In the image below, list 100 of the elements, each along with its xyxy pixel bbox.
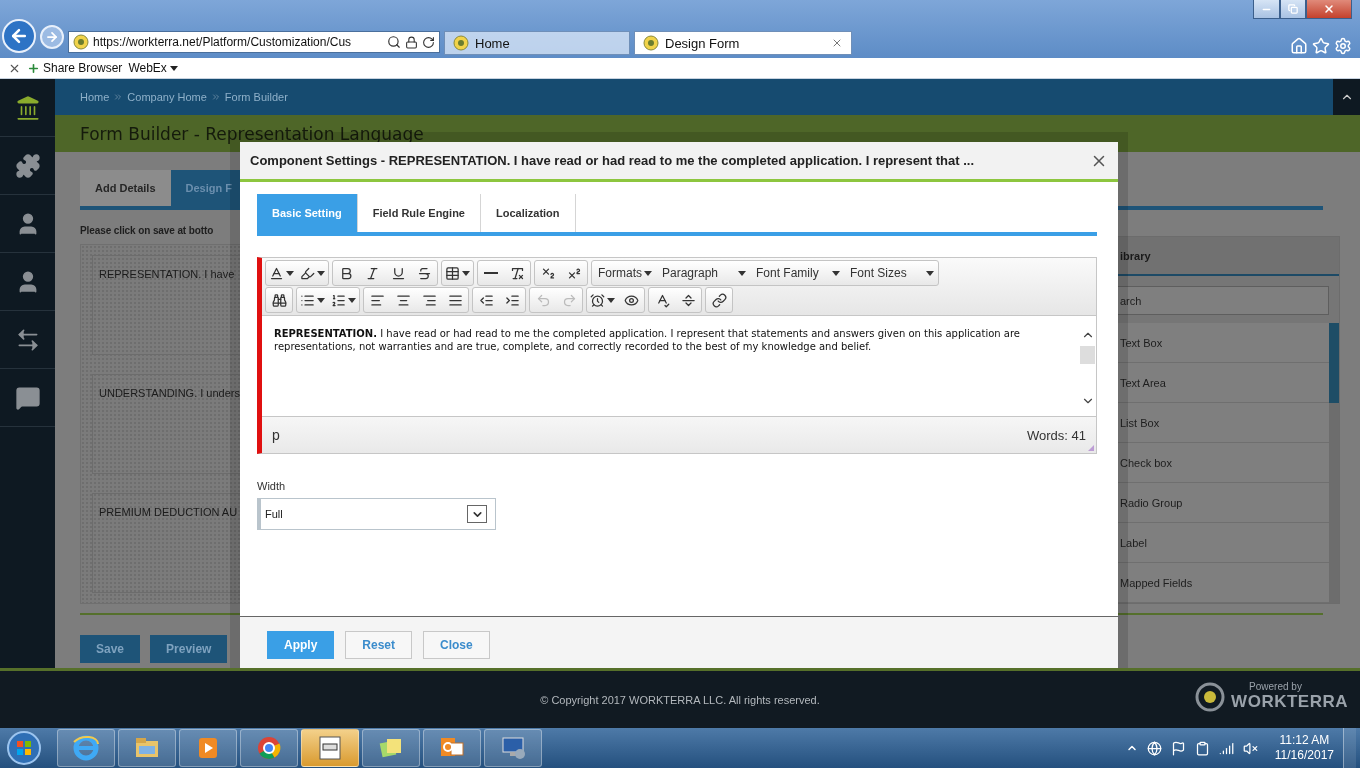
library-item[interactable]: Radio Group	[1117, 483, 1329, 523]
lock-icon[interactable]	[405, 35, 418, 49]
caret-icon	[169, 65, 178, 71]
subscript-icon	[540, 265, 556, 281]
show-desktop-button[interactable]	[1343, 728, 1356, 768]
redo-icon	[561, 292, 577, 308]
underline-icon	[390, 265, 406, 281]
caret-icon	[607, 297, 615, 303]
align-justify-icon	[447, 292, 463, 308]
close-icon	[1323, 3, 1335, 15]
search-icon[interactable]	[387, 35, 401, 49]
breadcrumb-link[interactable]: Home	[80, 91, 110, 103]
eye-icon	[623, 292, 639, 308]
library-item[interactable]: List Box	[1117, 403, 1329, 443]
remote-desktop-icon[interactable]	[499, 734, 527, 762]
toolbar-dropdown[interactable]: Formats	[592, 261, 656, 285]
start-button[interactable]	[6, 730, 42, 766]
settings-icon[interactable]	[1334, 37, 1352, 55]
library-item[interactable]: Text Box	[1117, 323, 1329, 363]
dialog-button[interactable]: Close	[423, 630, 490, 659]
resize-grip-icon[interactable]	[1088, 445, 1095, 452]
dialog-tab[interactable]: Basic Setting	[257, 194, 358, 232]
search-field[interactable]: arch	[1117, 286, 1329, 315]
dialog-button[interactable]: Apply	[267, 630, 335, 659]
breadcrumb-link[interactable]: Company Home	[127, 91, 207, 103]
page-break-icon	[680, 292, 696, 308]
brand-name: WORKTERRA	[1231, 692, 1348, 712]
arrow-left-icon	[9, 26, 29, 46]
favorites-link[interactable]: Share Browser	[27, 61, 123, 75]
forward-button[interactable]	[40, 25, 64, 49]
highlight-icon	[300, 265, 315, 281]
clipboard-icon[interactable]	[1194, 740, 1210, 756]
volume-muted-icon[interactable]	[1242, 740, 1258, 756]
scrollbar-thumb[interactable]	[1080, 346, 1095, 364]
breadcrumb-link[interactable]: Form Builder	[224, 91, 288, 103]
puzzle-icon[interactable]	[14, 152, 41, 179]
site-logo-icon	[643, 35, 659, 51]
clear-format-icon	[509, 265, 525, 281]
align-left-icon	[369, 292, 385, 308]
site-logo-icon	[453, 35, 469, 51]
signal-icon[interactable]	[1218, 740, 1234, 756]
back-button[interactable]	[2, 19, 36, 53]
browser-tab[interactable]: Home	[444, 31, 630, 55]
copyright-text: © Copyright 2017 WORKTERRA LLC. All rights reserved.	[540, 693, 820, 706]
toolbar-dropdown[interactable]: Paragraph	[656, 261, 750, 285]
brand-logo-icon	[1195, 681, 1226, 712]
chevron-icon	[210, 92, 221, 102]
library-item[interactable]: Check box	[1117, 443, 1329, 483]
favorites-link[interactable]: WebEx	[128, 61, 178, 75]
globe-icon[interactable]	[1146, 740, 1162, 756]
align-center-icon	[395, 292, 411, 308]
caret-icon	[926, 270, 934, 276]
caret-icon	[738, 270, 746, 276]
close-window-button[interactable]	[1306, 0, 1352, 19]
element-path[interactable]: p	[272, 427, 1027, 443]
scrollbar[interactable]	[1329, 323, 1339, 603]
caret-icon	[317, 297, 325, 303]
dialog-button[interactable]: Reset	[345, 630, 413, 659]
superscript-icon	[566, 265, 582, 281]
library-item[interactable]: Text Area	[1117, 363, 1329, 403]
horizontal-line-icon	[484, 272, 498, 274]
powered-by-text: Powered by	[1248, 681, 1302, 692]
width-select[interactable]: Full	[257, 498, 496, 530]
home-icon[interactable]	[1290, 37, 1308, 55]
star-icon[interactable]	[1312, 37, 1330, 55]
clock-date[interactable]: 11/16/2017	[1274, 748, 1334, 763]
caret-icon	[317, 270, 325, 276]
browser-tab[interactable]: Design Form	[634, 31, 852, 55]
strikethrough-icon	[416, 265, 432, 281]
bullet-list-icon	[300, 292, 315, 308]
minimize-button[interactable]	[1253, 0, 1280, 19]
library-title: ibrary	[1117, 237, 1339, 276]
word-count: Words: 41	[1027, 427, 1086, 443]
page-button[interactable]: Preview	[150, 635, 228, 663]
flag-icon[interactable]	[1170, 740, 1186, 756]
restore-button[interactable]	[1280, 0, 1306, 19]
dialog-title: Component Settings - REPRESENTATION. I have read or had read to me the completed application. I represent that ...	[250, 153, 976, 168]
arrow-right-icon	[45, 30, 59, 44]
editor-text: REPRESENTATION. I have read or had read to me the completed application. I represent that statements and answers given on this application are representations, not warranties and are true, complete, and correctly recorded to the best of my knowledge and belief.	[273, 327, 1021, 354]
caret-icon	[462, 270, 470, 276]
page-tab[interactable]: Add Details	[80, 170, 171, 206]
restore-icon	[1288, 4, 1298, 14]
outdent-icon	[478, 292, 494, 308]
indent-icon	[504, 292, 520, 308]
page-button[interactable]: Save	[80, 635, 141, 663]
toolbar-dropdown[interactable]: Font Family	[750, 261, 844, 285]
chrome-icon[interactable]	[255, 734, 283, 762]
text-color-icon	[269, 265, 284, 281]
toolbar-dropdown[interactable]: Font Sizes	[844, 261, 938, 285]
library-item[interactable]: Mapped Fields	[1117, 563, 1329, 603]
bank-icon[interactable]	[14, 94, 41, 121]
internet-explorer-icon[interactable]	[72, 734, 100, 762]
chat-bubble-icon[interactable]	[14, 384, 41, 411]
clock-time[interactable]: 11:12 AM	[1279, 733, 1330, 748]
field-label: Width	[257, 480, 287, 492]
italic-icon	[364, 265, 380, 281]
library-item[interactable]: Label	[1117, 523, 1329, 563]
refresh-icon[interactable]	[422, 35, 435, 49]
rich-text-editor[interactable]	[257, 257, 1097, 454]
document-window-icon[interactable]	[316, 734, 344, 762]
